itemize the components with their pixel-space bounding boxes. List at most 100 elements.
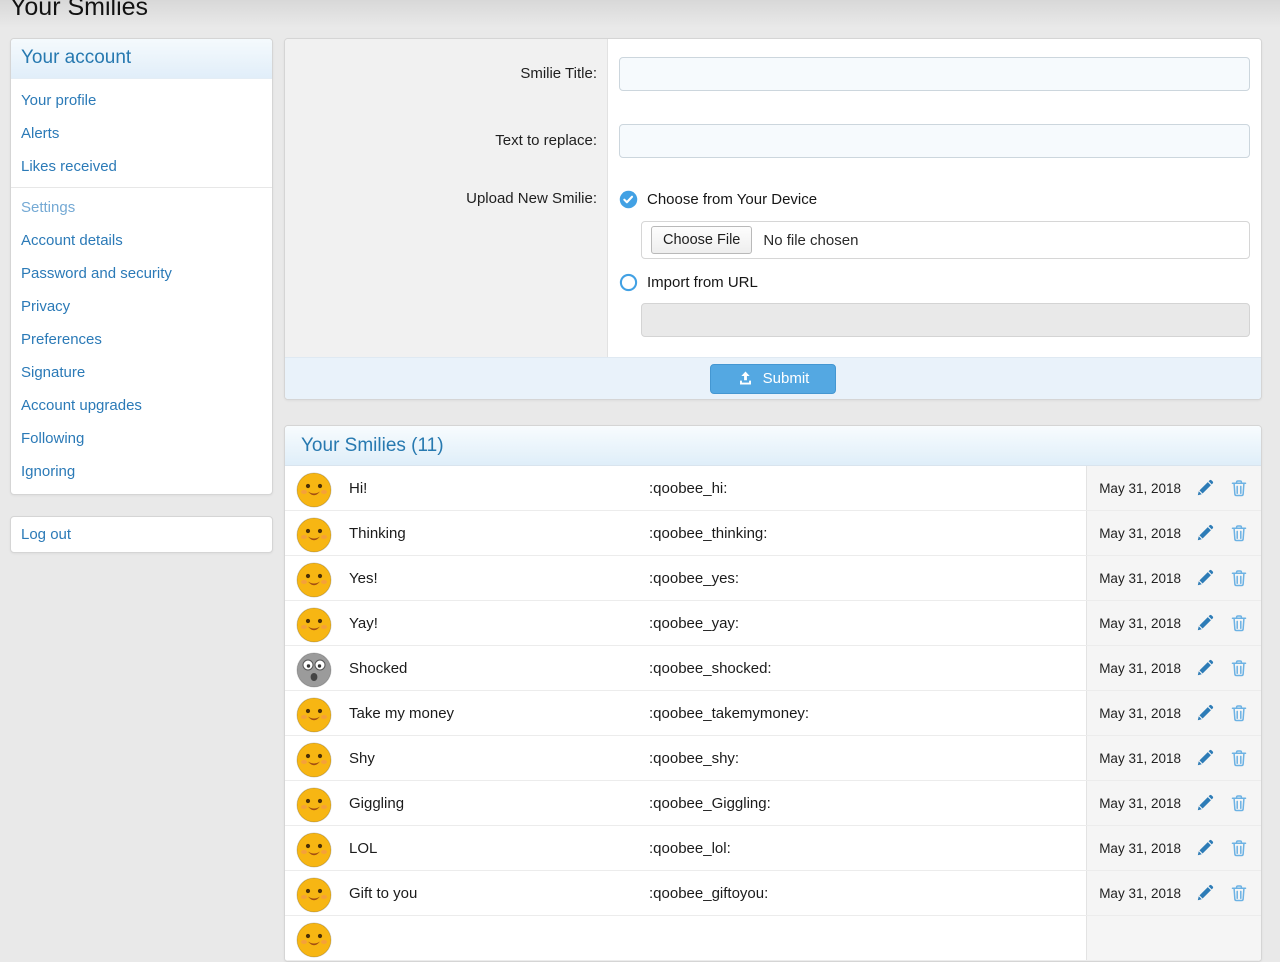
sidebar-item-alerts[interactable]: Alerts	[11, 117, 272, 150]
page-title: Your Smilies	[10, 0, 148, 22]
edit-icon[interactable]	[1195, 523, 1215, 543]
radio-unchecked-icon	[619, 273, 638, 292]
upload-icon	[737, 370, 754, 387]
smilie-meta: May 31, 2018	[1086, 871, 1261, 915]
smilie-row-gift-to-you: Gift to you :qoobee_giftoyou: May 31, 20…	[285, 871, 1261, 916]
sidebar-item-privacy[interactable]: Privacy	[11, 290, 272, 323]
delete-icon[interactable]	[1229, 838, 1249, 858]
edit-icon[interactable]	[1195, 748, 1215, 768]
smilie-meta: May 31, 2018	[1086, 601, 1261, 645]
smilie-code: :qoobee_Giggling:	[649, 781, 1086, 825]
account-block: Your account Your profileAlertsLikes rec…	[10, 38, 273, 495]
smilie-title: Yes!	[349, 556, 649, 600]
sidebar-item-password-and-security[interactable]: Password and security	[11, 257, 272, 290]
submit-button[interactable]: Submit	[710, 364, 837, 394]
delete-icon[interactable]	[1229, 703, 1249, 723]
smilie-date: May 31, 2018	[1095, 706, 1181, 721]
sidebar-item-account-details[interactable]: Account details	[11, 224, 272, 257]
edit-icon[interactable]	[1195, 883, 1215, 903]
import-url-input[interactable]	[641, 303, 1250, 337]
smilie-row-take-my-money: Take my money :qoobee_takemymoney: May 3…	[285, 691, 1261, 736]
your-smilies-panel: Your Smilies (11)	[284, 425, 1262, 962]
file-status-text: No file chosen	[763, 232, 858, 249]
smilie-image	[285, 556, 349, 600]
smilie-date: May 31, 2018	[1095, 751, 1181, 766]
smilie-date: May 31, 2018	[1095, 796, 1181, 811]
smilie-title-input[interactable]	[619, 57, 1250, 91]
delete-icon[interactable]	[1229, 523, 1249, 543]
sidebar-item-settings: Settings	[11, 187, 272, 224]
smilie-image	[285, 511, 349, 555]
smilie-code: :qoobee_yay:	[649, 601, 1086, 645]
smilie-row-item	[285, 916, 1261, 961]
sidebar-item-signature[interactable]: Signature	[11, 356, 272, 389]
smilie-image	[285, 871, 349, 915]
delete-icon[interactable]	[1229, 793, 1249, 813]
smilie-image	[285, 691, 349, 735]
edit-icon[interactable]	[1195, 568, 1215, 588]
smilie-row-thinking: Thinking :qoobee_thinking: May 31, 2018	[285, 511, 1261, 556]
smilie-image	[285, 916, 349, 960]
delete-icon[interactable]	[1229, 478, 1249, 498]
edit-icon[interactable]	[1195, 478, 1215, 498]
sidebar-item-your-profile[interactable]: Your profile	[11, 84, 272, 117]
delete-icon[interactable]	[1229, 883, 1249, 903]
smilie-date: May 31, 2018	[1095, 841, 1181, 856]
smilie-title: Giggling	[349, 781, 649, 825]
sidebar-item-following[interactable]: Following	[11, 422, 272, 455]
edit-icon[interactable]	[1195, 838, 1215, 858]
smilie-code: :qoobee_thinking:	[649, 511, 1086, 555]
edit-icon[interactable]	[1195, 793, 1215, 813]
smilie-meta: May 31, 2018	[1086, 826, 1261, 870]
smilie-title: Thinking	[349, 511, 649, 555]
smilie-title: Gift to you	[349, 871, 649, 915]
smilie-title	[349, 916, 649, 960]
smilie-image	[285, 736, 349, 780]
delete-icon[interactable]	[1229, 568, 1249, 588]
sidebar-item-likes-received[interactable]: Likes received	[11, 150, 272, 183]
smilie-title: LOL	[349, 826, 649, 870]
smilie-code: :qoobee_takemymoney:	[649, 691, 1086, 735]
smilie-meta: May 31, 2018	[1086, 466, 1261, 510]
choose-from-device-label: Choose from Your Device	[647, 191, 817, 208]
edit-icon[interactable]	[1195, 613, 1215, 633]
smilie-code: :qoobee_shocked:	[649, 646, 1086, 690]
text-to-replace-label: Text to replace:	[285, 124, 608, 158]
new-smilie-form: Smilie Title: Text to replace: Upload Ne…	[284, 38, 1262, 400]
smilie-date: May 31, 2018	[1095, 616, 1181, 631]
smilie-date: May 31, 2018	[1095, 526, 1181, 541]
smilie-row-shocked: Shocked :qoobee_shocked: May 31, 2018	[285, 646, 1261, 691]
option-import-from-url[interactable]: Import from URL	[619, 271, 1250, 293]
smilie-title: Hi!	[349, 466, 649, 510]
smilie-meta	[1086, 916, 1261, 960]
smilie-meta: May 31, 2018	[1086, 511, 1261, 555]
text-to-replace-input[interactable]	[619, 124, 1250, 158]
smilie-title-label: Smilie Title:	[285, 57, 608, 91]
submit-label: Submit	[763, 370, 810, 387]
smilie-code: :qoobee_yes:	[649, 556, 1086, 600]
top-shade	[0, 0, 1280, 28]
smilie-row-lol: LOL :qoobee_lol: May 31, 2018	[285, 826, 1261, 871]
file-upload-box: Choose File No file chosen	[641, 221, 1250, 259]
choose-file-button[interactable]: Choose File	[651, 226, 752, 254]
delete-icon[interactable]	[1229, 748, 1249, 768]
smilies-list: Hi! :qoobee_hi: May 31, 2018	[285, 466, 1261, 961]
edit-icon[interactable]	[1195, 658, 1215, 678]
edit-icon[interactable]	[1195, 703, 1215, 723]
smilie-code	[649, 916, 1086, 960]
smilie-title: Yay!	[349, 601, 649, 645]
smilie-meta: May 31, 2018	[1086, 736, 1261, 780]
logout-link[interactable]: Log out	[11, 517, 272, 552]
submit-strip: Submit	[285, 357, 1261, 399]
option-choose-from-device[interactable]: Choose from Your Device	[619, 188, 1250, 210]
smilie-title: Take my money	[349, 691, 649, 735]
delete-icon[interactable]	[1229, 658, 1249, 678]
smilie-row-giggling: Giggling :qoobee_Giggling: May 31, 2018	[285, 781, 1261, 826]
smilie-image	[285, 646, 349, 690]
smilie-date: May 31, 2018	[1095, 571, 1181, 586]
sidebar-item-account-upgrades[interactable]: Account upgrades	[11, 389, 272, 422]
smilie-code: :qoobee_shy:	[649, 736, 1086, 780]
delete-icon[interactable]	[1229, 613, 1249, 633]
sidebar-item-ignoring[interactable]: Ignoring	[11, 455, 272, 488]
sidebar-item-preferences[interactable]: Preferences	[11, 323, 272, 356]
